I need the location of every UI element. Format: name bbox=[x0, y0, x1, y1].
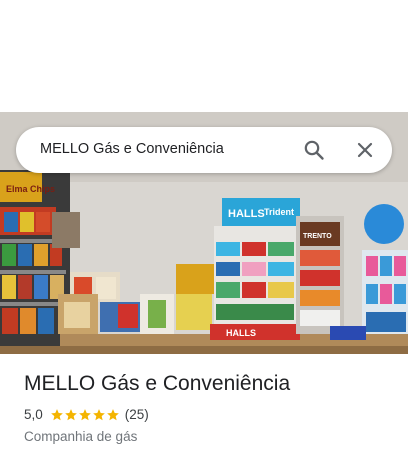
star-icon bbox=[78, 408, 91, 420]
svg-text:Elma Chips: Elma Chips bbox=[6, 184, 55, 194]
place-category: Companhia de gás bbox=[24, 429, 138, 444]
close-icon[interactable] bbox=[353, 138, 377, 162]
star-icon bbox=[50, 408, 63, 420]
search-input[interactable]: MELLO Gás e Conveniência bbox=[40, 141, 224, 157]
search-icon[interactable] bbox=[302, 138, 326, 162]
search-bar: MELLO Gás e Conveniência bbox=[16, 127, 392, 173]
rating-row[interactable]: 5,0 (25) bbox=[24, 407, 149, 422]
svg-text:Trident: Trident bbox=[264, 207, 294, 217]
star-icon bbox=[106, 408, 119, 420]
svg-text:TRENTO: TRENTO bbox=[303, 233, 332, 240]
review-count[interactable]: (25) bbox=[125, 407, 149, 422]
blank-top-area bbox=[0, 0, 408, 112]
svg-text:HALLS: HALLS bbox=[226, 328, 256, 338]
svg-text:HALLS: HALLS bbox=[228, 208, 265, 220]
rating-value: 5,0 bbox=[24, 407, 43, 422]
place-title[interactable]: MELLO Gás e Conveniência bbox=[24, 372, 290, 396]
star-icon bbox=[92, 408, 105, 420]
place-info-card: MELLO Gás e Conveniência 5,0 (25) Compan… bbox=[0, 354, 408, 468]
star-icon bbox=[64, 408, 77, 420]
star-rating bbox=[50, 408, 120, 422]
